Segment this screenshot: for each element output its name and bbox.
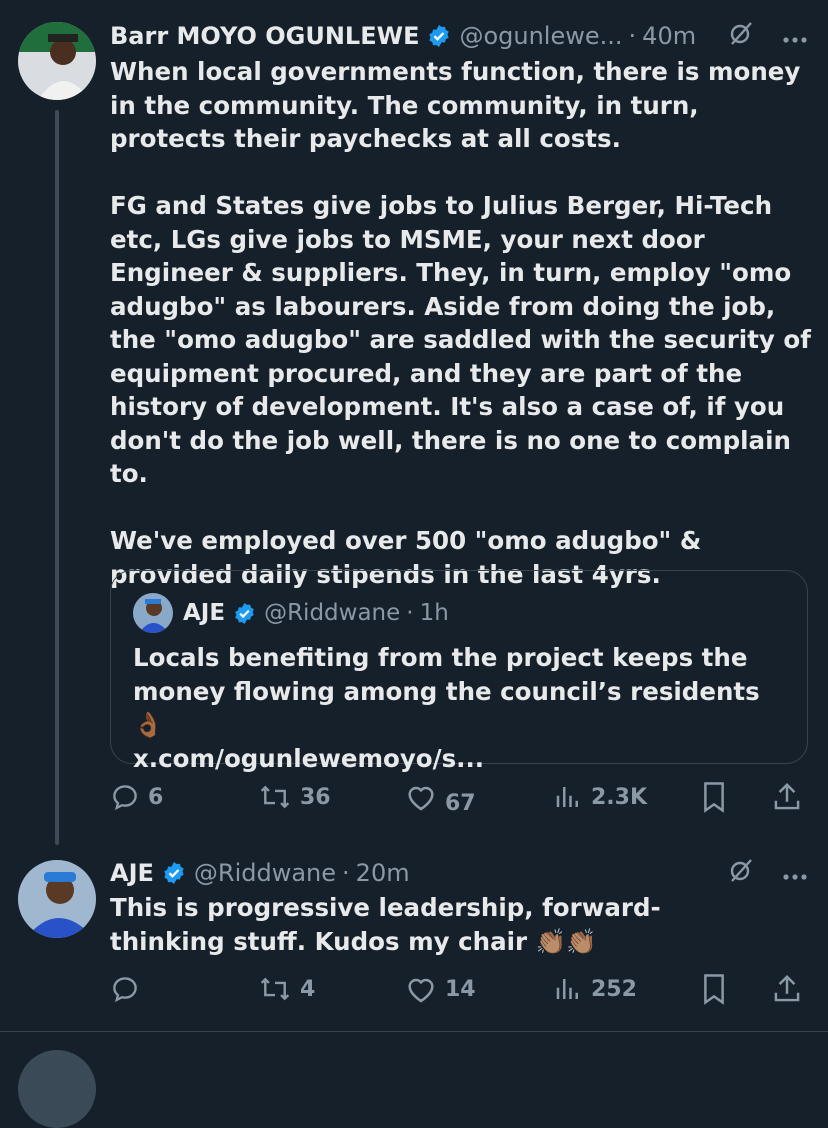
more-options-icon[interactable] xyxy=(782,859,808,887)
author-name[interactable]: Barr MOYO OGUNLEWE xyxy=(110,22,419,50)
author-handle[interactable]: @Riddwane xyxy=(194,859,336,887)
repost-count: 36 xyxy=(300,784,331,810)
tweet-actions: 4 14 252 xyxy=(110,969,810,1009)
quoted-author-name: AJE xyxy=(183,600,226,626)
share-icon xyxy=(774,974,800,1002)
views-button[interactable]: 2.3K xyxy=(553,777,647,817)
timestamp[interactable]: 20m xyxy=(356,859,410,887)
bookmark-icon xyxy=(704,782,724,813)
verified-badge-icon xyxy=(233,602,256,625)
repost-count: 4 xyxy=(300,976,316,1002)
avatar-riddwane[interactable] xyxy=(18,860,96,938)
views-count: 252 xyxy=(591,976,637,1002)
reply-icon xyxy=(113,785,137,811)
share-icon xyxy=(774,782,800,810)
views-count: 2.3K xyxy=(591,784,648,810)
reply-button[interactable] xyxy=(110,969,140,1009)
tweet-text: This is progressive leadership, forward-… xyxy=(110,893,661,956)
more-options-icon[interactable] xyxy=(782,22,808,50)
author-handle[interactable]: @ogunlewe... xyxy=(459,22,622,50)
next-tweet-avatar xyxy=(18,1050,96,1128)
heart-icon xyxy=(408,786,434,811)
thread-line xyxy=(55,110,59,845)
bookmark-button[interactable] xyxy=(700,777,728,817)
bookmark-button[interactable] xyxy=(700,969,728,1009)
share-button[interactable] xyxy=(772,777,802,817)
tweet-riddwane[interactable]: AJE @Riddwane · 20m This is progressive … xyxy=(0,845,828,1030)
views-button[interactable]: 252 xyxy=(553,969,637,1009)
reply-count: 6 xyxy=(148,784,164,810)
timestamp[interactable]: 40m xyxy=(642,22,696,50)
repost-icon xyxy=(260,977,290,1001)
like-count: 14 xyxy=(445,976,476,1002)
quoted-timestamp: 1h xyxy=(419,600,449,626)
like-button[interactable]: 14 xyxy=(405,969,476,1009)
share-button[interactable] xyxy=(772,969,802,1009)
author-name[interactable]: AJE xyxy=(110,859,154,887)
separator-dot: · xyxy=(628,22,637,50)
quoted-tweet[interactable]: AJE @Riddwane · 1h Locals benefiting fro… xyxy=(110,570,808,773)
reply-icon xyxy=(113,977,137,1003)
like-button[interactable]: 67 xyxy=(405,777,476,817)
avatar-ogunlewe[interactable] xyxy=(18,22,96,100)
repost-button[interactable]: 4 xyxy=(258,969,315,1009)
repost-button[interactable]: 36 xyxy=(258,777,331,817)
views-icon xyxy=(556,979,578,999)
heart-icon xyxy=(408,978,434,1003)
grok-icon[interactable] xyxy=(728,857,754,889)
tweet-header: Barr MOYO OGUNLEWE @ogunlewe... · 40m xyxy=(110,18,828,54)
bookmark-icon xyxy=(704,974,724,1005)
views-icon xyxy=(556,787,578,807)
like-count: 67 xyxy=(445,790,476,816)
tweet-actions: 6 36 67 2.3K xyxy=(110,777,810,817)
repost-icon xyxy=(260,785,290,809)
verified-badge-icon xyxy=(162,861,186,885)
quoted-avatar[interactable] xyxy=(133,593,173,633)
tweet-ogunlewe[interactable]: Barr MOYO OGUNLEWE @ogunlewe... · 40m Wh… xyxy=(0,0,828,845)
tweet-header: AJE @Riddwane · 20m xyxy=(110,855,828,891)
tweet-text: When local governments function, there i… xyxy=(110,57,811,589)
timeline-divider xyxy=(0,1031,828,1032)
reply-button[interactable]: 6 xyxy=(110,777,163,817)
separator-dot: · xyxy=(342,859,350,887)
separator-dot: · xyxy=(406,600,414,626)
grok-icon[interactable] xyxy=(728,20,754,52)
quoted-author-handle: @Riddwane xyxy=(264,600,401,626)
verified-badge-icon xyxy=(427,24,451,48)
quoted-tweet-text: Locals benefiting from the project keeps… xyxy=(133,643,760,773)
